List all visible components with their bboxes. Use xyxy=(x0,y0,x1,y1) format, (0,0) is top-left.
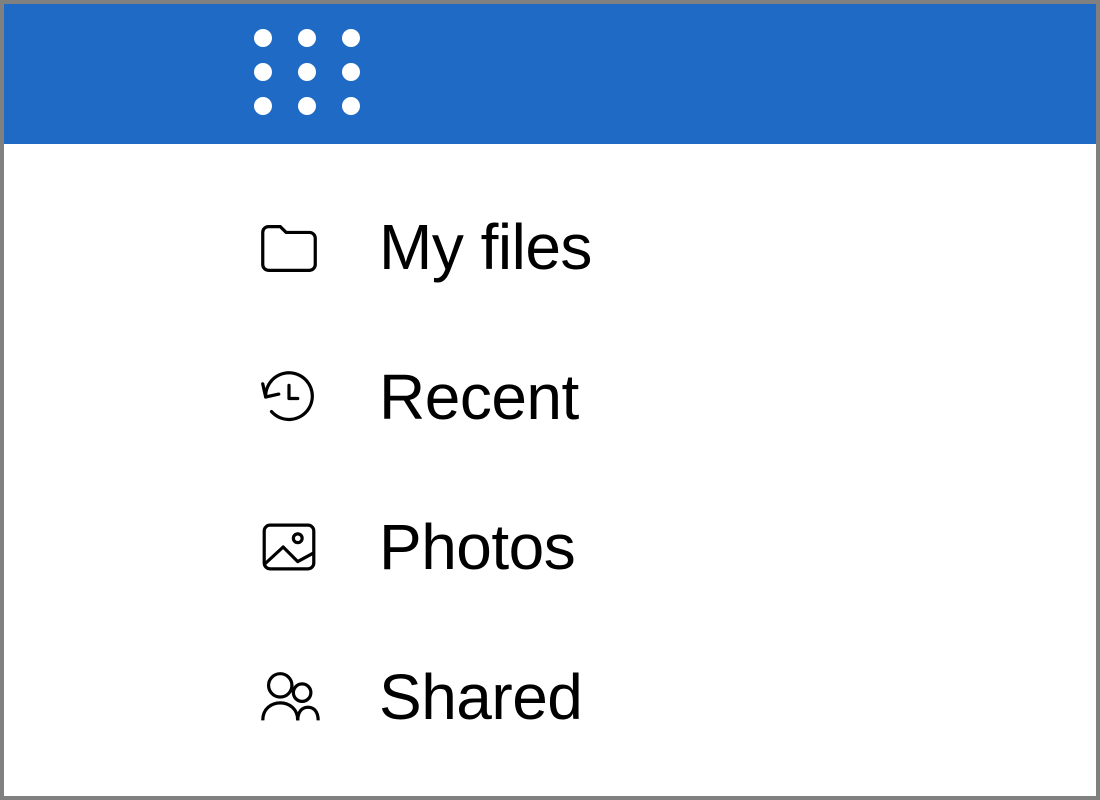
waffle-dot-icon xyxy=(298,97,316,115)
waffle-dot-icon xyxy=(342,63,360,81)
waffle-dot-icon xyxy=(254,63,272,81)
nav-item-label: Recent xyxy=(379,360,579,434)
waffle-dot-icon xyxy=(342,29,360,47)
nav-item-recent[interactable]: Recent xyxy=(249,322,1096,472)
image-icon xyxy=(249,507,329,587)
nav-item-label: Photos xyxy=(379,510,575,584)
waffle-dot-icon xyxy=(254,29,272,47)
app-window: My files Recent Photos xyxy=(4,4,1096,796)
nav-item-label: My files xyxy=(379,210,592,284)
folder-icon xyxy=(249,207,329,287)
people-icon xyxy=(249,657,329,737)
nav-item-my-files[interactable]: My files xyxy=(249,172,1096,322)
waffle-dot-icon xyxy=(298,63,316,81)
sidebar-nav: My files Recent Photos xyxy=(4,144,1096,796)
waffle-dot-icon xyxy=(342,97,360,115)
nav-item-shared[interactable]: Shared xyxy=(249,622,1096,772)
app-launcher-button[interactable] xyxy=(254,29,364,119)
waffle-dot-icon xyxy=(254,97,272,115)
clock-history-icon xyxy=(249,357,329,437)
nav-item-photos[interactable]: Photos xyxy=(249,472,1096,622)
waffle-dot-icon xyxy=(298,29,316,47)
header-bar xyxy=(4,4,1096,144)
nav-item-label: Shared xyxy=(379,660,582,734)
